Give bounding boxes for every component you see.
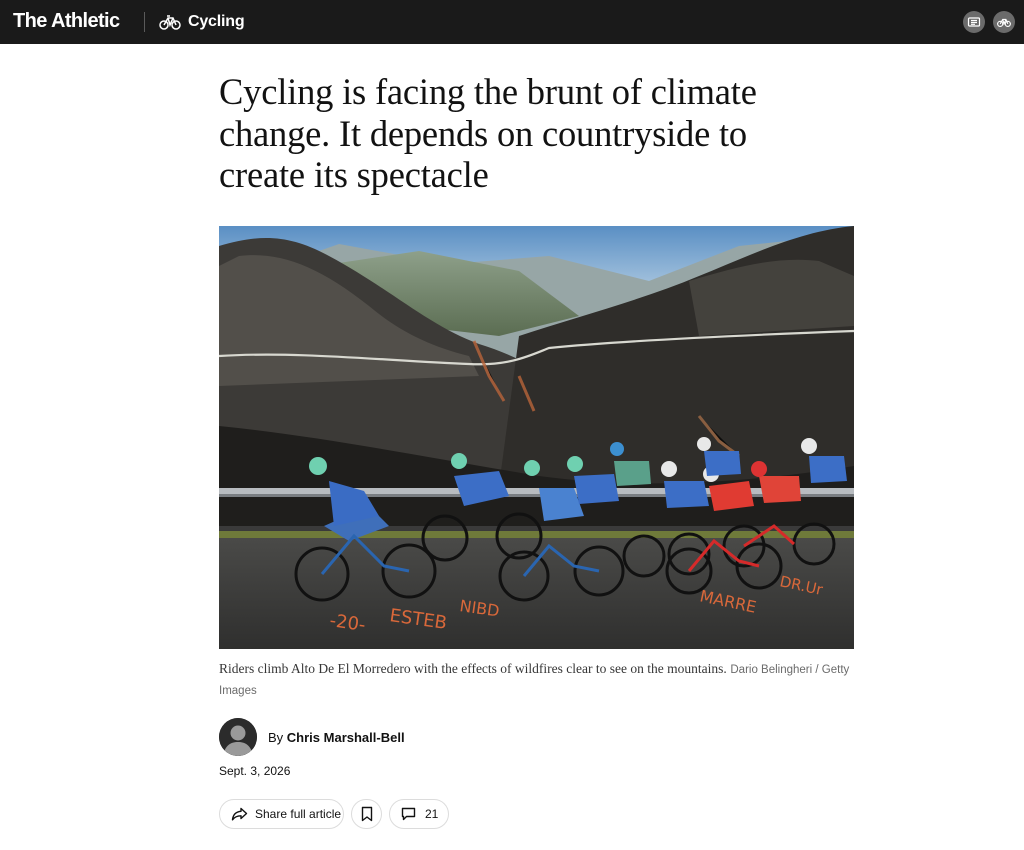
lead-photo: -20- ESTEB NIBD MARRE DR.Ur: [219, 226, 854, 649]
comment-icon: [401, 807, 416, 821]
article-headline: Cycling is facing the brunt of climate c…: [219, 71, 757, 195]
header-divider: [144, 12, 145, 32]
comments-button[interactable]: 21: [389, 799, 449, 829]
bicycle-icon: [159, 15, 181, 30]
author-link[interactable]: Chris Marshall-Bell: [287, 730, 405, 745]
photo-caption: Riders climb Alto De El Morredero with t…: [219, 659, 859, 701]
byline-prefix: By: [268, 730, 284, 745]
cycling-button[interactable]: [993, 11, 1015, 33]
share-arrow-icon: [231, 807, 248, 821]
share-article-button[interactable]: Share full article: [219, 799, 344, 829]
bicycle-icon: [997, 18, 1011, 28]
save-article-button[interactable]: [351, 799, 382, 829]
bookmark-icon: [361, 806, 372, 822]
avatar-icon: [219, 718, 257, 756]
brand-logo[interactable]: The Athletic: [13, 9, 120, 33]
top-navigation-bar: The Athletic Cycling: [0, 0, 1024, 44]
section-label: Cycling: [188, 13, 245, 30]
nyt-button[interactable]: [963, 11, 985, 33]
byline: By Chris Marshall-Bell: [268, 729, 405, 747]
share-label: Share full article: [255, 807, 342, 821]
comments-count: 21: [425, 807, 439, 821]
publish-date: Sept. 3, 2026: [219, 764, 291, 778]
nyt-icon: [967, 17, 981, 27]
author-avatar[interactable]: [219, 718, 257, 756]
caption-text: Riders climb Alto De El Morredero with t…: [219, 661, 727, 676]
section-link-cycling[interactable]: Cycling: [159, 10, 245, 34]
